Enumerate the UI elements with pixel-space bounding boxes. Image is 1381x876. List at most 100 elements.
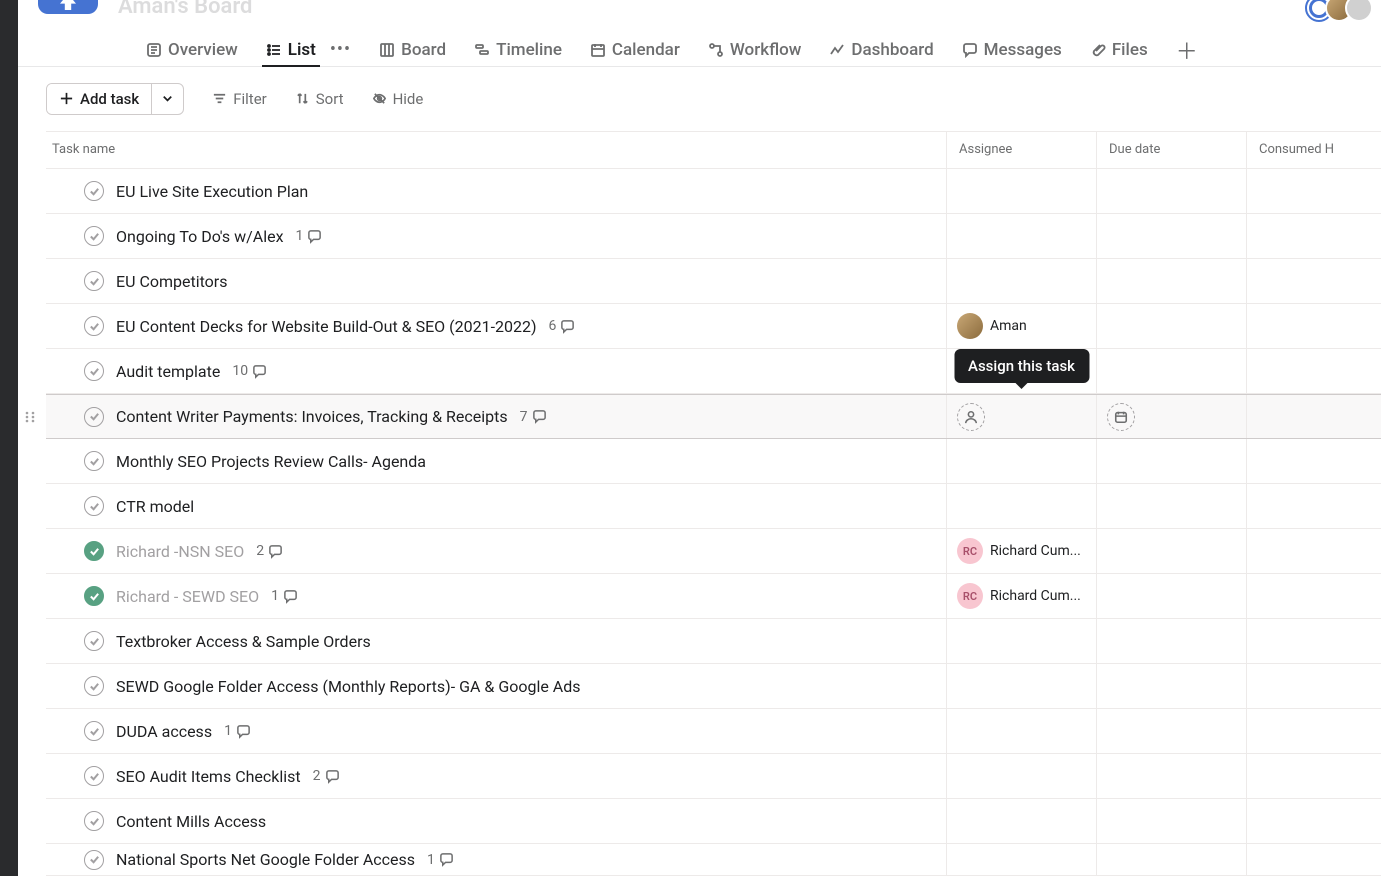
- tab-timeline[interactable]: Timeline: [474, 34, 562, 66]
- add-task-button[interactable]: Add task: [47, 84, 151, 114]
- task-main-cell[interactable]: EU Content Decks for Website Build-Out &…: [46, 316, 946, 336]
- task-name[interactable]: Audit template: [116, 362, 220, 381]
- task-name[interactable]: Content Writer Payments: Invoices, Track…: [116, 407, 508, 426]
- assignee-cell[interactable]: [946, 259, 1096, 303]
- consumed-hours-cell[interactable]: [1246, 169, 1381, 213]
- task-row[interactable]: Ongoing To Do's w/Alex1: [46, 214, 1381, 259]
- task-name[interactable]: Content Mills Access: [116, 812, 266, 831]
- task-row[interactable]: DUDA access1: [46, 709, 1381, 754]
- filter-button[interactable]: Filter: [212, 90, 267, 108]
- assignee-cell[interactable]: RCRichard Cum...: [946, 574, 1096, 618]
- task-row[interactable]: SEO Audit Items Checklist 2: [46, 754, 1381, 799]
- task-name[interactable]: EU Content Decks for Website Build-Out &…: [116, 317, 537, 336]
- task-main-cell[interactable]: Textbroker Access & Sample Orders: [46, 631, 946, 651]
- due-date-cell[interactable]: [1096, 709, 1246, 753]
- complete-checkbox[interactable]: [84, 811, 104, 831]
- task-name[interactable]: CTR model: [116, 497, 194, 516]
- complete-checkbox[interactable]: [84, 676, 104, 696]
- due-date-cell[interactable]: [1096, 844, 1246, 875]
- due-date-cell[interactable]: [1096, 214, 1246, 258]
- task-name[interactable]: Monthly SEO Projects Review Calls- Agend…: [116, 452, 426, 471]
- task-main-cell[interactable]: National Sports Net Google Folder Access…: [46, 850, 946, 870]
- complete-checkbox[interactable]: [84, 407, 104, 427]
- tab-files[interactable]: Files: [1090, 34, 1148, 66]
- complete-checkbox[interactable]: [84, 451, 104, 471]
- due-date-placeholder[interactable]: [1107, 403, 1135, 431]
- due-date-cell[interactable]: [1096, 484, 1246, 528]
- due-date-cell[interactable]: [1096, 259, 1246, 303]
- tab-messages[interactable]: Messages: [962, 34, 1062, 66]
- task-row[interactable]: EU Competitors: [46, 259, 1381, 304]
- assignee-cell[interactable]: [946, 799, 1096, 843]
- task-main-cell[interactable]: EU Competitors: [46, 271, 946, 291]
- task-name[interactable]: SEO Audit Items Checklist: [116, 767, 301, 786]
- assignee-cell[interactable]: [946, 664, 1096, 708]
- complete-checkbox[interactable]: [84, 316, 104, 336]
- task-row[interactable]: Monthly SEO Projects Review Calls- Agend…: [46, 439, 1381, 484]
- tab-board[interactable]: Board: [379, 34, 446, 66]
- tab-list-more-icon[interactable]: •••: [330, 39, 351, 60]
- task-row[interactable]: Richard - SEWD SEO1RCRichard Cum...: [46, 574, 1381, 619]
- due-date-cell[interactable]: [1096, 619, 1246, 663]
- tab-dashboard[interactable]: Dashboard: [829, 34, 933, 66]
- task-row[interactable]: Content Mills Access: [46, 799, 1381, 844]
- complete-checkbox[interactable]: [84, 361, 104, 381]
- complete-checkbox[interactable]: [84, 766, 104, 786]
- assignee-cell[interactable]: [946, 619, 1096, 663]
- assignee-cell[interactable]: Aman: [946, 304, 1096, 348]
- assignee-cell[interactable]: Assign this task: [946, 395, 1096, 438]
- consumed-hours-cell[interactable]: [1246, 259, 1381, 303]
- assignee-cell[interactable]: RCRichard Cum...: [946, 529, 1096, 573]
- task-row[interactable]: SEWD Google Folder Access (Monthly Repor…: [46, 664, 1381, 709]
- drag-handle-icon[interactable]: [22, 409, 38, 425]
- tab-overview[interactable]: Overview: [146, 34, 238, 66]
- assignee-cell[interactable]: [946, 439, 1096, 483]
- task-name[interactable]: SEWD Google Folder Access (Monthly Repor…: [116, 677, 581, 696]
- sort-button[interactable]: Sort: [295, 90, 344, 108]
- consumed-hours-cell[interactable]: [1246, 395, 1381, 438]
- comment-count[interactable]: 2: [313, 768, 340, 784]
- member-avatar-3[interactable]: [1345, 0, 1373, 22]
- consumed-hours-cell[interactable]: [1246, 619, 1381, 663]
- comment-count[interactable]: 7: [520, 409, 547, 425]
- column-task-name[interactable]: Task name: [46, 142, 946, 157]
- task-main-cell[interactable]: Content Writer Payments: Invoices, Track…: [46, 407, 946, 427]
- complete-checkbox[interactable]: [84, 850, 104, 870]
- due-date-cell[interactable]: [1096, 574, 1246, 618]
- consumed-hours-cell[interactable]: [1246, 844, 1381, 875]
- due-date-cell[interactable]: [1096, 169, 1246, 213]
- tab-list[interactable]: List: [266, 34, 316, 66]
- task-name[interactable]: Richard -NSN SEO: [116, 542, 244, 561]
- consumed-hours-cell[interactable]: [1246, 574, 1381, 618]
- due-date-cell[interactable]: [1096, 754, 1246, 798]
- task-main-cell[interactable]: Ongoing To Do's w/Alex1: [46, 226, 946, 246]
- column-assignee[interactable]: Assignee: [946, 132, 1096, 168]
- consumed-hours-cell[interactable]: [1246, 754, 1381, 798]
- due-date-cell[interactable]: [1096, 799, 1246, 843]
- task-main-cell[interactable]: DUDA access1: [46, 721, 946, 741]
- task-main-cell[interactable]: SEWD Google Folder Access (Monthly Repor…: [46, 676, 946, 696]
- column-due-date[interactable]: Due date: [1096, 132, 1246, 168]
- task-main-cell[interactable]: Richard - SEWD SEO1: [46, 586, 946, 606]
- hide-button[interactable]: Hide: [372, 90, 424, 108]
- task-row[interactable]: Audit template10: [46, 349, 1381, 394]
- assign-placeholder[interactable]: [957, 403, 985, 431]
- column-consumed-hours[interactable]: Consumed H: [1246, 132, 1381, 168]
- task-row[interactable]: Richard -NSN SEO2RCRichard Cum...: [46, 529, 1381, 574]
- task-main-cell[interactable]: Content Mills Access: [46, 811, 946, 831]
- comment-count[interactable]: 1: [271, 588, 298, 604]
- consumed-hours-cell[interactable]: [1246, 439, 1381, 483]
- task-main-cell[interactable]: SEO Audit Items Checklist 2: [46, 766, 946, 786]
- due-date-cell[interactable]: [1096, 304, 1246, 348]
- assignee-cell[interactable]: [946, 214, 1096, 258]
- header-member-avatars[interactable]: [1313, 0, 1373, 22]
- task-row[interactable]: EU Content Decks for Website Build-Out &…: [46, 304, 1381, 349]
- complete-checkbox[interactable]: [84, 181, 104, 201]
- consumed-hours-cell[interactable]: [1246, 484, 1381, 528]
- complete-checkbox[interactable]: [84, 271, 104, 291]
- add-task-dropdown[interactable]: [151, 84, 183, 114]
- task-row[interactable]: CTR model: [46, 484, 1381, 529]
- task-main-cell[interactable]: Richard -NSN SEO2: [46, 541, 946, 561]
- due-date-cell[interactable]: [1096, 664, 1246, 708]
- consumed-hours-cell[interactable]: [1246, 349, 1381, 393]
